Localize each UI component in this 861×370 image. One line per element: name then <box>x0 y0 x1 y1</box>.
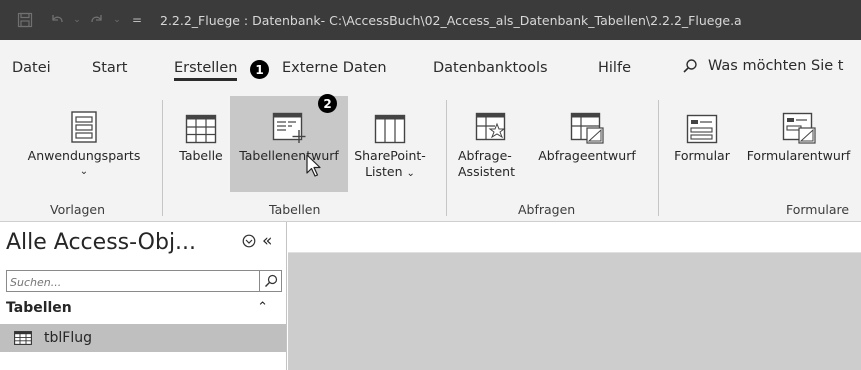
quick-access-toolbar: ⌄ ⌄ = <box>0 0 150 40</box>
undo-icon[interactable] <box>44 7 70 33</box>
tab-datenbanktools[interactable]: Datenbanktools <box>433 60 548 76</box>
formularentwurf-button[interactable]: Formularentwurf <box>736 96 861 192</box>
nav-search-box <box>6 270 282 293</box>
save-icon[interactable] <box>12 7 38 33</box>
tab-externe-daten[interactable]: Externe Daten <box>282 60 387 76</box>
search-icon <box>682 58 698 74</box>
nav-item-table[interactable]: tblFlug <box>0 324 286 352</box>
group-separator <box>658 100 659 216</box>
group-label-vorlagen: Vorlagen <box>50 202 106 217</box>
collapse-pane-icon[interactable]: « <box>262 233 272 250</box>
table-design-icon <box>272 96 306 148</box>
undo-dropdown-icon[interactable]: ⌄ <box>70 7 84 33</box>
search-icon[interactable] <box>259 271 281 291</box>
nav-menu-dropdown-icon[interactable] <box>242 234 256 248</box>
query-design-icon <box>570 96 604 148</box>
tab-erstellen[interactable]: Erstellen <box>174 60 238 81</box>
redo-dropdown-icon[interactable]: ⌄ <box>110 7 124 33</box>
redo-icon[interactable] <box>84 7 110 33</box>
group-separator <box>446 100 447 216</box>
formular-button[interactable]: Formular <box>668 96 736 192</box>
workspace-area <box>288 253 861 370</box>
chevron-down-icon: ⌄ <box>406 168 415 179</box>
step-badge-1: 1 <box>250 60 269 79</box>
customize-toolbar-icon[interactable]: = <box>124 7 150 33</box>
table-icon <box>185 96 217 148</box>
tab-start[interactable]: Start <box>92 60 127 76</box>
tabelle-button[interactable]: Tabelle <box>172 96 230 192</box>
ribbon: Anwendungsparts ⌄ Vorlagen Tabelle Tabel… <box>0 92 861 222</box>
nav-search-input[interactable] <box>7 272 257 293</box>
form-design-icon <box>782 96 816 148</box>
application-parts-icon <box>70 96 98 148</box>
tab-datei[interactable]: Datei <box>12 60 51 76</box>
group-separator <box>162 100 163 216</box>
tab-hilfe[interactable]: Hilfe <box>598 60 631 76</box>
category-header-tabellen[interactable]: Tabellen ⌃ <box>6 300 282 320</box>
group-label-formulare: Formulare <box>786 202 850 217</box>
mouse-cursor-icon <box>306 154 324 182</box>
group-label-tabellen: Tabellen <box>269 202 321 217</box>
table-icon <box>14 331 32 345</box>
sharepoint-listen-button[interactable]: SharePoint- Listen ⌄ <box>348 96 432 192</box>
abfrageentwurf-button[interactable]: Abfrageentwurf <box>526 96 648 192</box>
group-label-abfragen: Abfragen <box>518 202 576 217</box>
nav-pane-title[interactable]: Alle Access-Obj... <box>6 230 196 255</box>
navigation-pane: Alle Access-Obj... « Tabellen ⌃ tblFlug <box>0 222 287 370</box>
nav-item-label: tblFlug <box>44 330 92 346</box>
chevron-down-icon: ⌄ <box>79 166 89 177</box>
query-wizard-icon <box>475 96 509 148</box>
step-badge-2: 2 <box>318 94 337 113</box>
anwendungsparts-button[interactable]: Anwendungsparts ⌄ <box>16 96 152 192</box>
tell-me-search[interactable]: Was möchten Sie t <box>682 58 843 74</box>
window-title: 2.2.2_Fluege : Datenbank- C:\AccessBuch\… <box>160 12 742 28</box>
sharepoint-list-icon <box>374 96 406 148</box>
document-tab-strip <box>288 223 861 253</box>
form-icon <box>686 96 718 148</box>
collapse-group-icon[interactable]: ⌃ <box>257 300 268 315</box>
abfrage-assistent-button[interactable]: Abfrage- Assistent <box>458 96 526 192</box>
tell-me-text: Was möchten Sie t <box>708 58 844 74</box>
ribbon-tabs: Datei Start Erstellen 1 Externe Daten Da… <box>0 40 861 92</box>
title-bar: ⌄ ⌄ = 2.2.2_Fluege : Datenbank- C:\Acces… <box>0 0 861 40</box>
